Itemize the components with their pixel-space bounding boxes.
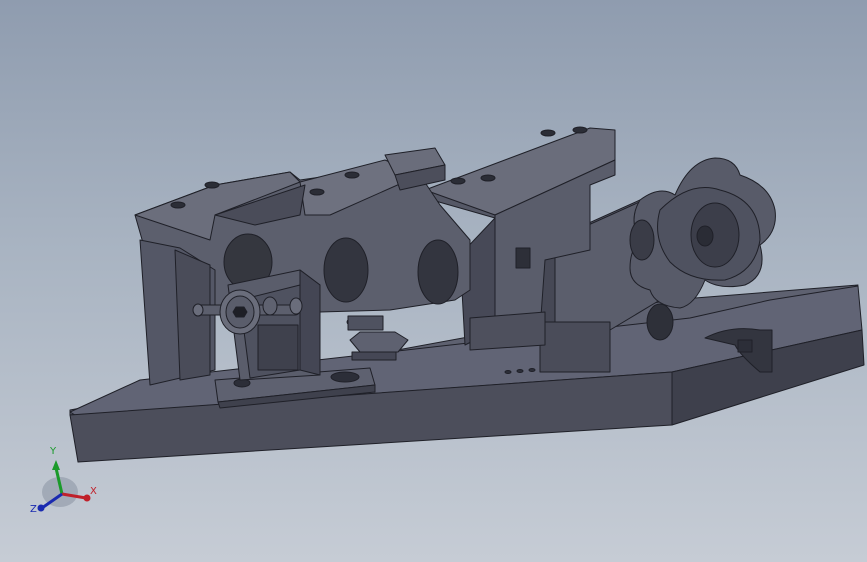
bracket-slot	[330, 371, 360, 383]
body-top-hole-2	[170, 201, 186, 209]
cad-graphics-viewport[interactable]: Y X Z	[0, 0, 867, 562]
clamp-plate-hole-1	[540, 129, 556, 137]
hex-socket	[232, 306, 248, 318]
x-axis-label: X	[90, 486, 97, 497]
clamp-plate-hole-2	[572, 126, 588, 134]
y-axis-label: Y	[49, 446, 57, 457]
hex-nut	[349, 331, 409, 353]
clamp-plate-hole-4	[480, 174, 496, 182]
axis-triad: Y X Z	[30, 446, 97, 515]
y-axis-head	[52, 460, 60, 470]
clamp-plate-hole-3	[450, 177, 466, 185]
body-hole-1	[323, 237, 369, 303]
base-plate-slot-step	[737, 339, 753, 353]
clamp-plate-notch	[515, 247, 531, 269]
body-top-hole-4	[309, 188, 325, 196]
star-knob[interactable]	[629, 157, 776, 309]
knob-shaft-hole	[629, 219, 655, 261]
fixture-assembly-model[interactable]	[0, 0, 867, 562]
body-top-hole-3	[344, 171, 360, 179]
body-hole-2	[417, 239, 459, 305]
knob-center-hole	[696, 225, 714, 247]
z-axis-label: Z	[30, 504, 37, 515]
z-axis-head	[37, 504, 45, 512]
body-top-hole-1	[204, 181, 220, 189]
right-block-hole	[646, 303, 674, 341]
